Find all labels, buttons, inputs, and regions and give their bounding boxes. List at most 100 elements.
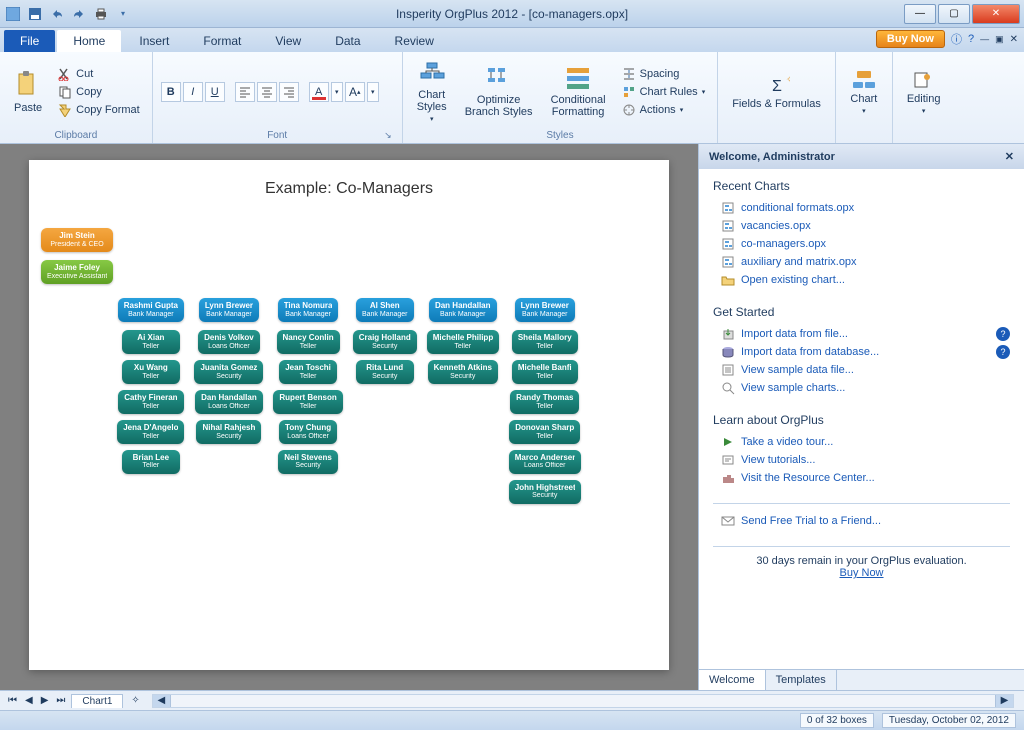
tutorials-link[interactable]: View tutorials... — [713, 451, 1010, 469]
org-node[interactable]: Michelle PhilippiTeller — [427, 330, 499, 354]
chart-styles-button[interactable]: Chart Styles▾ — [411, 59, 453, 125]
app-icon[interactable] — [4, 5, 22, 23]
org-node[interactable]: Randy ThomasTeller — [510, 390, 579, 414]
org-node[interactable]: John HighstreetSecurity — [509, 480, 581, 504]
prev-sheet-icon[interactable]: ◀ — [23, 695, 35, 706]
org-node[interactable]: Jena D'AngeloTeller — [117, 420, 184, 444]
org-node[interactable]: Brian LeeTeller — [122, 450, 180, 474]
org-node[interactable]: Michelle BanfiTeller — [512, 360, 578, 384]
sheet-tab[interactable]: Chart1 — [71, 694, 123, 708]
org-node[interactable]: Neil StevensSecurity — [278, 450, 338, 474]
org-node[interactable]: Dan HandallanBank Manager — [429, 298, 497, 322]
import-file-link[interactable]: Import data from file... — [713, 325, 996, 343]
bold-button[interactable]: B — [161, 82, 181, 102]
font-dropdown[interactable]: ▾ — [367, 82, 379, 102]
recent-chart-link[interactable]: conditional formats.opx — [713, 199, 1010, 217]
panel-tab-templates[interactable]: Templates — [766, 670, 837, 690]
org-node[interactable]: Donovan SharpTeller — [509, 420, 580, 444]
org-node[interactable]: Tina NomuraBank Manager — [278, 298, 339, 322]
org-node[interactable]: Xu WangTeller — [122, 360, 180, 384]
org-node[interactable]: Jaime FoleyExecutive Assistant — [41, 260, 113, 284]
fields-formulas-button[interactable]: Σ✧ Fields & Formulas — [726, 72, 827, 112]
paste-button[interactable]: Paste — [8, 68, 48, 116]
org-node[interactable]: Denis VolkovLoans Officer — [198, 330, 260, 354]
align-center-button[interactable] — [257, 82, 277, 102]
import-db-link[interactable]: Import data from database... — [713, 343, 996, 361]
next-sheet-icon[interactable]: ▶ — [39, 695, 51, 706]
restore-child-icon[interactable]: ▣ — [995, 34, 1004, 45]
eval-buy-link[interactable]: Buy Now — [839, 567, 883, 579]
maximize-button[interactable]: ▢ — [938, 4, 970, 24]
org-node[interactable]: Dan HandallanLoans Officer — [195, 390, 263, 414]
qat-dropdown-icon[interactable]: ▾ — [114, 5, 132, 23]
org-node[interactable]: Craig HollandSecurity — [353, 330, 417, 354]
recent-chart-link[interactable]: auxiliary and matrix.opx — [713, 253, 1010, 271]
tab-data[interactable]: Data — [319, 30, 376, 52]
undo-icon[interactable] — [48, 5, 66, 23]
canvas-area[interactable]: Example: Co-Managers Jim SteinPresident … — [0, 144, 698, 690]
editing-button[interactable]: Editing▾ — [901, 67, 947, 117]
org-node[interactable]: Marco AndersenLoans Officer — [509, 450, 581, 474]
print-icon[interactable] — [92, 5, 110, 23]
tab-view[interactable]: View — [259, 30, 317, 52]
org-node[interactable]: Sheila MalloryTeller — [512, 330, 578, 354]
org-node[interactable]: Nihal RahjeshSecurity — [196, 420, 261, 444]
resource-center-link[interactable]: Visit the Resource Center... — [713, 469, 1010, 487]
align-right-button[interactable] — [279, 82, 299, 102]
recent-chart-link[interactable]: vacancies.opx — [713, 217, 1010, 235]
chart-canvas[interactable]: Example: Co-Managers Jim SteinPresident … — [29, 160, 669, 670]
minimize-ribbon-icon[interactable]: — — [980, 34, 989, 44]
spacing-button[interactable]: Spacing — [618, 66, 710, 82]
new-sheet-icon[interactable]: ✧ — [127, 695, 143, 706]
file-tab[interactable]: File — [4, 30, 55, 52]
close-child-icon[interactable]: ✕ — [1010, 34, 1018, 45]
font-dialog-launcher[interactable]: ↘ — [384, 130, 392, 141]
panel-tab-welcome[interactable]: Welcome — [699, 670, 766, 690]
recent-chart-link[interactable]: co-managers.opx — [713, 235, 1010, 253]
cut-button[interactable]: Cut — [54, 66, 144, 82]
org-node[interactable]: Juanita GomezSecurity — [194, 360, 263, 384]
video-tour-link[interactable]: Take a video tour... — [713, 433, 1010, 451]
grow-font-button[interactable]: A▴ — [345, 82, 365, 102]
last-sheet-icon[interactable]: ⏭ — [54, 695, 67, 706]
org-node[interactable]: Lynn BrewerBank Manager — [199, 298, 259, 322]
org-node[interactable]: Rupert BensonTeller — [273, 390, 342, 414]
tab-home[interactable]: Home — [57, 30, 121, 52]
copy-button[interactable]: Copy — [54, 84, 144, 100]
italic-button[interactable]: I — [183, 82, 203, 102]
tab-insert[interactable]: Insert — [123, 30, 185, 52]
panel-close-icon[interactable]: ✕ — [1005, 150, 1014, 163]
font-color-dropdown[interactable]: ▾ — [331, 82, 343, 102]
sample-data-link[interactable]: View sample data file... — [713, 361, 1010, 379]
org-node[interactable]: Ai XianTeller — [122, 330, 180, 354]
underline-button[interactable]: U — [205, 82, 225, 102]
tab-format[interactable]: Format — [187, 30, 257, 52]
org-node[interactable]: Rashmi GuptaBank Manager — [118, 298, 184, 322]
first-sheet-icon[interactable]: ⏮ — [6, 695, 19, 706]
tab-review[interactable]: Review — [379, 30, 450, 52]
conditional-formatting-button[interactable]: Conditional Formatting — [545, 64, 612, 120]
font-color-button[interactable]: A — [309, 82, 329, 102]
send-trial-link[interactable]: Send Free Trial to a Friend... — [713, 512, 1010, 530]
minimize-button[interactable]: — — [904, 4, 936, 24]
buy-now-button[interactable]: Buy Now — [876, 30, 945, 48]
help-icon[interactable]: ? — [996, 327, 1010, 341]
org-node[interactable]: Kenneth AtkinsSecurity — [428, 360, 498, 384]
org-node[interactable]: Rita LundSecurity — [356, 360, 414, 384]
redo-icon[interactable] — [70, 5, 88, 23]
sample-charts-link[interactable]: View sample charts... — [713, 379, 1010, 397]
align-left-button[interactable] — [235, 82, 255, 102]
help-icon[interactable]: ⓘ — [951, 31, 962, 47]
org-node[interactable]: Tony ChungLoans Officer — [279, 420, 337, 444]
copy-format-button[interactable]: Copy Format — [54, 102, 144, 118]
org-node[interactable]: Al ShenBank Manager — [356, 298, 414, 322]
close-button[interactable]: ✕ — [972, 4, 1020, 24]
org-node[interactable]: Nancy ConlinTeller — [277, 330, 340, 354]
chart-group-button[interactable]: Chart▾ — [844, 67, 884, 117]
optimize-branch-button[interactable]: Optimize Branch Styles — [459, 64, 539, 120]
save-icon[interactable] — [26, 5, 44, 23]
chart-rules-button[interactable]: Chart Rules ▾ — [618, 84, 710, 100]
open-chart-link[interactable]: Open existing chart... — [713, 271, 1010, 289]
org-node[interactable]: Jean ToschiTeller — [279, 360, 337, 384]
org-node[interactable]: Cathy FineranTeller — [118, 390, 183, 414]
